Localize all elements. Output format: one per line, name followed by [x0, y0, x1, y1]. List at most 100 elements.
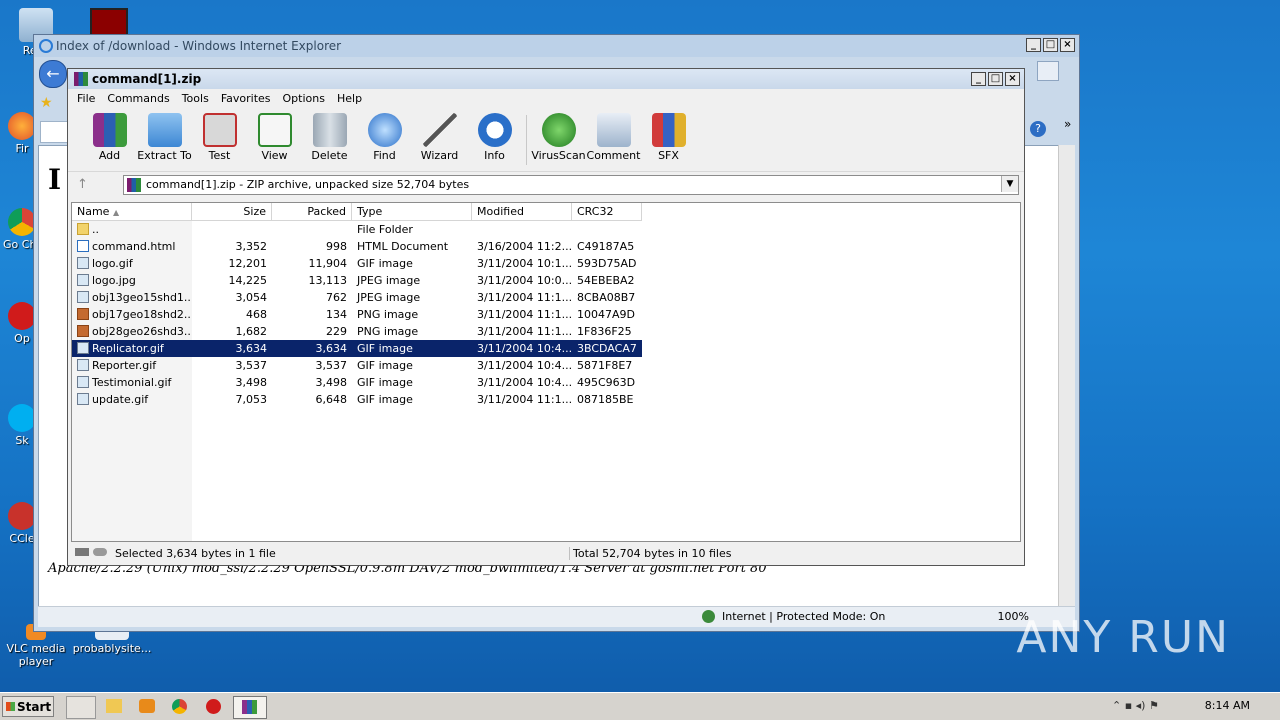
- table-row[interactable]: obj17geo18shd2... 468 134 PNG image 3/11/200…: [72, 306, 642, 323]
- folder-icon: [77, 223, 89, 235]
- chevron-down-icon[interactable]: ▼: [1001, 176, 1018, 192]
- cell-text: 3/11/2004 11:1...: [477, 393, 572, 406]
- favorites-star-icon[interactable]: ★: [40, 95, 53, 111]
- search-icon[interactable]: [1037, 61, 1059, 81]
- cell-text: GIF image: [357, 376, 413, 389]
- chevron-icon[interactable]: »: [1064, 117, 1071, 131]
- cell-size: 3,498: [192, 374, 272, 391]
- cell-text: 1F836F25: [577, 325, 632, 338]
- table-row[interactable]: update.gif 7,053 6,648 GIF image 3/11/2004 1…: [72, 391, 642, 408]
- column-size[interactable]: Size: [192, 203, 272, 220]
- img-file-icon: [77, 393, 89, 405]
- cell-type: JPEG image: [352, 272, 472, 289]
- add-button[interactable]: Add: [82, 109, 137, 171]
- column-type[interactable]: Type: [352, 203, 472, 220]
- cell-type: PNG image: [352, 323, 472, 340]
- magnifier-icon: [367, 113, 402, 147]
- taskbar-media-player-icon[interactable]: [133, 696, 161, 717]
- archive-path-combobox[interactable]: command[1].zip - ZIP archive, unpacked s…: [123, 175, 1019, 195]
- cell-text: 087185BE: [577, 393, 634, 406]
- view-label: View: [261, 149, 288, 162]
- cell-text: GIF image: [357, 342, 413, 355]
- table-row[interactable]: Replicator.gif 3,634 3,634 GIF image 3/11/20…: [72, 340, 642, 357]
- ie-vertical-scrollbar[interactable]: [1058, 145, 1075, 607]
- cell-name: logo.jpg: [72, 272, 192, 289]
- column-packed[interactable]: Packed: [272, 203, 352, 220]
- table-row[interactable]: obj28geo26shd3... 1,682 229 PNG image 3/11/2…: [72, 323, 642, 340]
- cell-name: command.html: [72, 238, 192, 255]
- cell-name: obj17geo18shd2...: [72, 306, 192, 323]
- png-file-icon: [77, 308, 89, 320]
- firefox-icon: [8, 112, 36, 140]
- info-button[interactable]: Info: [467, 109, 522, 171]
- page-heading: I: [48, 163, 62, 196]
- comment-button[interactable]: Comment: [586, 109, 641, 171]
- winrar-minimize-button[interactable]: _: [971, 72, 986, 86]
- table-row[interactable]: Reporter.gif 3,537 3,537 GIF image 3/11/2004…: [72, 357, 642, 374]
- menu-file[interactable]: File: [71, 89, 101, 109]
- winrar-title-bar[interactable]: command[1].zip _ □ ×: [68, 69, 1024, 89]
- key-icon: [93, 548, 107, 556]
- cell-type: GIF image: [352, 340, 472, 357]
- cell-text: logo.gif: [92, 257, 133, 270]
- column-crc32[interactable]: CRC32: [572, 203, 642, 220]
- menu-tools[interactable]: Tools: [176, 89, 215, 109]
- archive-path: command[1].zip - ZIP archive, unpacked s…: [146, 178, 470, 191]
- menu-commands[interactable]: Commands: [101, 89, 175, 109]
- menu-options[interactable]: Options: [277, 89, 331, 109]
- wizard-button[interactable]: Wizard: [412, 109, 467, 171]
- delete-button[interactable]: Delete: [302, 109, 357, 171]
- taskbar-chrome-icon[interactable]: [166, 696, 194, 717]
- security-zone[interactable]: Internet | Protected Mode: On: [722, 610, 885, 623]
- winrar-maximize-button[interactable]: □: [988, 72, 1003, 86]
- cell-text: 998: [326, 240, 347, 253]
- table-row[interactable]: .. File Folder: [72, 221, 642, 238]
- taskbar-opera-icon[interactable]: [200, 696, 228, 717]
- taskbar-ie-icon[interactable]: [66, 696, 96, 719]
- ie-maximize-button[interactable]: □: [1043, 38, 1058, 52]
- taskbar-winrar-icon[interactable]: [233, 696, 267, 719]
- menu-bar: File Commands Tools Favorites Options He…: [68, 89, 1024, 109]
- table-row[interactable]: logo.jpg 14,225 13,113 JPEG image 3/11/2004 …: [72, 272, 642, 289]
- taskbar-explorer-icon[interactable]: [100, 696, 128, 717]
- column-name[interactable]: Name ▲: [72, 203, 192, 220]
- winrar-close-button[interactable]: ×: [1005, 72, 1020, 86]
- magic-wand-icon: [422, 113, 457, 147]
- cell-text: HTML Document: [357, 240, 449, 253]
- sfx-button[interactable]: SFX: [641, 109, 696, 171]
- start-button[interactable]: Start: [2, 696, 54, 717]
- cell-modified: 3/16/2004 11:2...: [472, 238, 572, 255]
- test-button[interactable]: Test: [192, 109, 247, 171]
- cell-size: [192, 221, 272, 238]
- sort-up-icon: ▲: [112, 208, 120, 217]
- winrar-status-bar: Selected 3,634 bytes in 1 file Total 52,…: [71, 544, 1021, 562]
- column-modified[interactable]: Modified: [472, 203, 572, 220]
- virusscan-label: VirusScan: [531, 149, 586, 162]
- view-button[interactable]: View: [247, 109, 302, 171]
- table-row[interactable]: logo.gif 12,201 11,904 GIF image 3/11/2004 1…: [72, 255, 642, 272]
- menu-help[interactable]: Help: [331, 89, 368, 109]
- table-row[interactable]: obj13geo15shd1... 3,054 762 JPEG image 3/11/…: [72, 289, 642, 306]
- find-button[interactable]: Find: [357, 109, 412, 171]
- ie-minimize-button[interactable]: _: [1026, 38, 1041, 52]
- start-label: Start: [17, 700, 52, 714]
- tray-icons[interactable]: ⌃ ▪ ◂) ⚑: [1112, 699, 1192, 713]
- ie-title-bar[interactable]: Index of /download - Windows Internet Ex…: [34, 35, 1079, 57]
- table-row[interactable]: Testimonial.gif 3,498 3,498 GIF image 3/11/2…: [72, 374, 642, 391]
- menu-favorites[interactable]: Favorites: [215, 89, 277, 109]
- cell-modified: 3/11/2004 10:4...: [472, 340, 572, 357]
- ie-close-button[interactable]: ×: [1060, 38, 1075, 52]
- desktop-icon-label: VLC media player: [6, 642, 66, 668]
- virusscan-button[interactable]: VirusScan: [531, 109, 586, 171]
- extract-to-button[interactable]: Extract To: [137, 109, 192, 171]
- cell-packed: 134: [272, 306, 352, 323]
- cell-modified: 3/11/2004 10:4...: [472, 357, 572, 374]
- back-button[interactable]: ←: [39, 60, 67, 88]
- clock[interactable]: 8:14 AM: [1205, 699, 1250, 712]
- cell-packed: 3,634: [272, 340, 352, 357]
- help-icon[interactable]: ?: [1030, 121, 1046, 137]
- table-row[interactable]: command.html 3,352 998 HTML Document 3/16/20…: [72, 238, 642, 255]
- cell-type: GIF image: [352, 255, 472, 272]
- up-arrow-icon[interactable]: ↑: [77, 177, 101, 193]
- selection-status: Selected 3,634 bytes in 1 file: [115, 547, 276, 560]
